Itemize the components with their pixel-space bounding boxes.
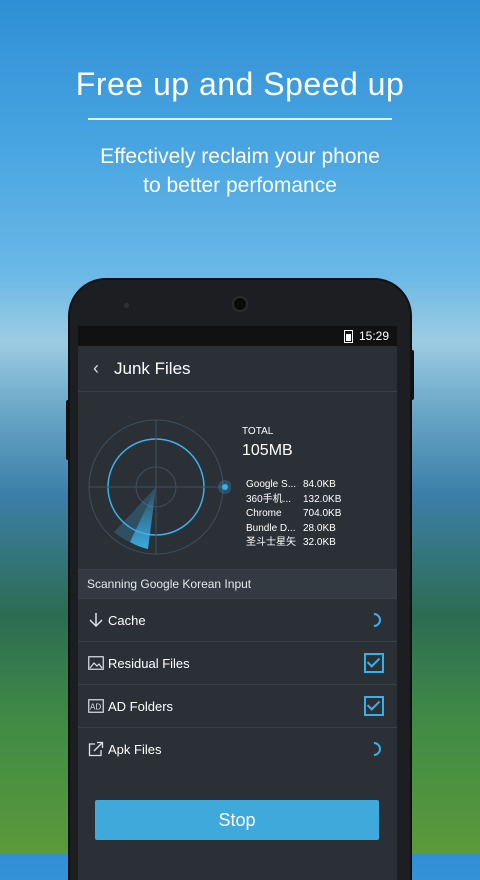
ad-icon: AD xyxy=(87,697,105,715)
phone-frame: 15:29 ‹ Junk Files TOTAL 105MB Google S.… xyxy=(66,280,414,880)
status-bar: 15:29 xyxy=(78,326,397,346)
front-camera xyxy=(234,298,246,310)
junk-size: 704.0KB xyxy=(303,508,342,519)
stop-button[interactable]: Stop xyxy=(95,800,379,840)
loading-spinner-icon xyxy=(363,738,385,760)
page-title: Junk Files xyxy=(114,358,191,378)
junk-name: Bundle D... xyxy=(246,522,296,534)
junk-row: 圣斗士星矢 32.0KB xyxy=(246,536,341,551)
junk-name: 圣斗士星矢 xyxy=(246,537,296,548)
scan-summary: TOTAL 105MB Google S... 84.0KB 360手机... … xyxy=(78,392,397,570)
junk-list: Google S... 84.0KB 360手机... 132.0KB Chro… xyxy=(246,478,341,551)
external-link-icon xyxy=(87,740,105,758)
checkbox-checked[interactable] xyxy=(363,652,385,674)
category-label: Residual Files xyxy=(108,655,190,671)
phone-sensor xyxy=(124,303,129,308)
image-icon xyxy=(87,654,105,672)
checkbox-checked[interactable] xyxy=(363,695,385,717)
scanning-status: Scanning Google Korean Input xyxy=(78,570,397,599)
phone-volume-button xyxy=(66,400,70,460)
promo-underline xyxy=(88,118,392,120)
status-time: 15:29 xyxy=(358,329,389,343)
junk-name: Google S... xyxy=(246,479,297,490)
battery-icon xyxy=(343,329,353,343)
app-bar: ‹ Junk Files xyxy=(78,346,397,392)
junk-size: 132.0KB xyxy=(303,493,342,505)
category-label: AD Folders xyxy=(108,698,174,714)
promo-subtitle: Effectively reclaim your phone to better… xyxy=(0,142,480,200)
svg-text:AD: AD xyxy=(90,703,101,712)
junk-row: Google S... 84.0KB xyxy=(246,478,341,493)
phone-power-button xyxy=(410,350,414,400)
promo-title: Free up and Speed up xyxy=(75,66,405,102)
promo-subtitle-line1: Effectively reclaim your phone xyxy=(100,145,380,168)
junk-row: 360手机... 132.0KB xyxy=(246,493,341,508)
total-label: TOTAL xyxy=(242,426,274,437)
category-ad-folders[interactable]: AD AD Folders xyxy=(78,685,397,728)
junk-size: 84.0KB xyxy=(303,479,336,490)
junk-name: 360手机... xyxy=(246,493,292,505)
category-apk-files[interactable]: Apk Files xyxy=(78,728,397,771)
total-value: 105MB xyxy=(242,442,293,459)
promo-subtitle-line2: to better perfomance xyxy=(143,174,337,197)
category-cache[interactable]: Cache xyxy=(78,599,397,642)
loading-spinner-icon xyxy=(363,609,385,631)
category-residual-files[interactable]: Residual Files xyxy=(78,642,397,685)
junk-size: 28.0KB xyxy=(303,522,336,534)
footer: Stop xyxy=(78,769,397,880)
phone-screen: 15:29 ‹ Junk Files TOTAL 105MB Google S.… xyxy=(78,326,397,880)
junk-row: Bundle D... 28.0KB xyxy=(246,522,341,537)
category-label: Apk Files xyxy=(108,741,162,757)
junk-name: Chrome xyxy=(246,508,282,519)
download-arrow-icon xyxy=(87,611,105,629)
radar-blip-glow xyxy=(218,480,231,494)
back-arrow-icon[interactable]: ‹ xyxy=(78,358,114,379)
junk-size: 32.0KB xyxy=(303,537,336,548)
junk-row: Chrome 704.0KB xyxy=(246,507,341,522)
category-label: Cache xyxy=(108,612,146,628)
radar-scanner xyxy=(88,419,231,555)
